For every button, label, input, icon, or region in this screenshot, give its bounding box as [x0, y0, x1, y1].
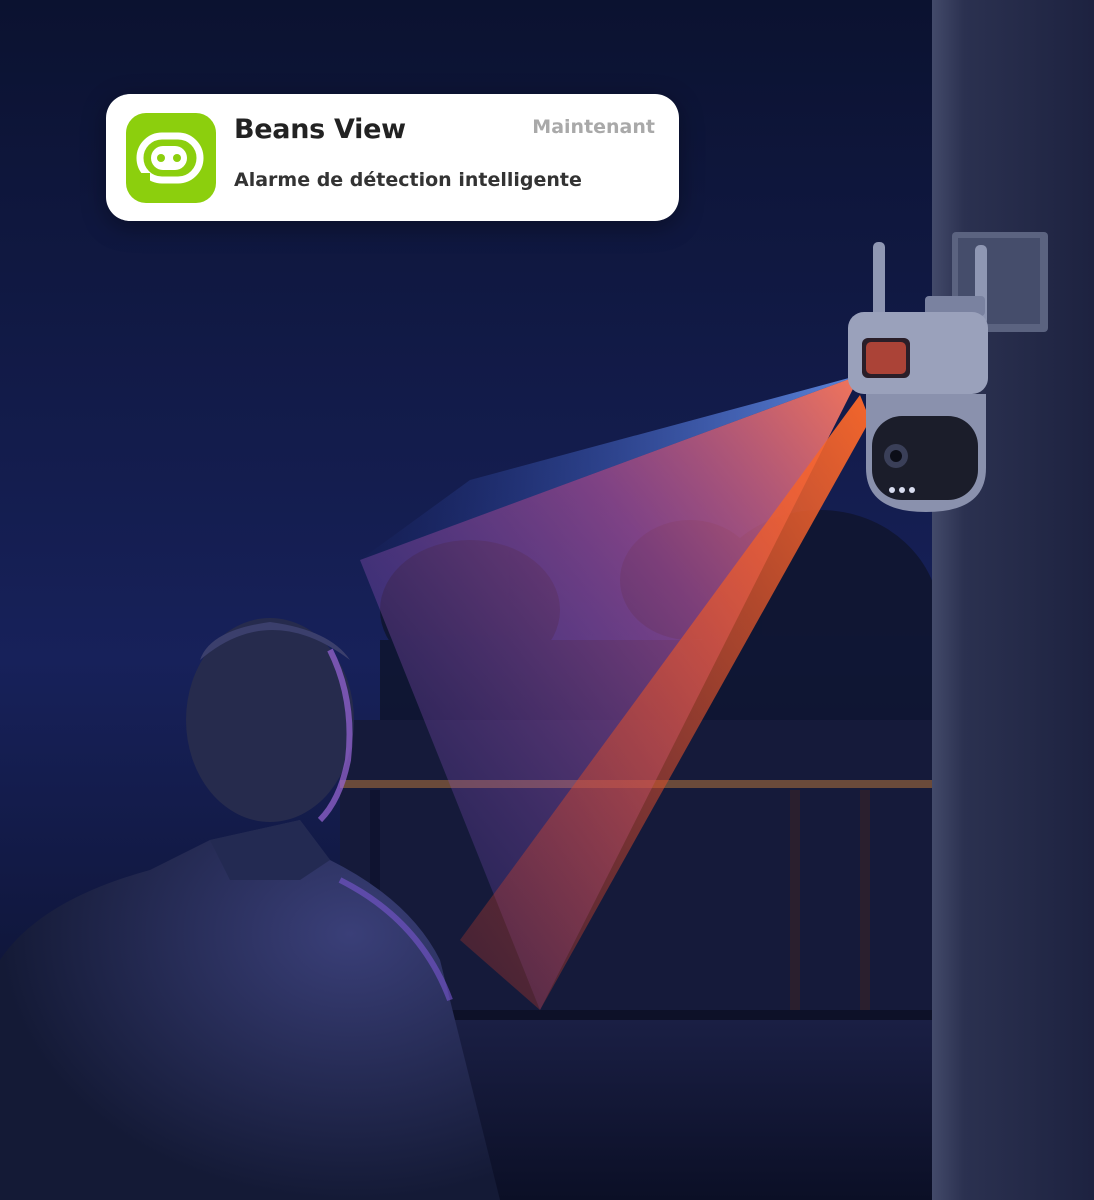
app-icon: [126, 113, 216, 203]
notification-message: Alarme de détection intelligente: [234, 169, 582, 191]
app-name: Beans View: [234, 114, 406, 145]
smiling-face-icon: [136, 132, 204, 184]
house-wall: [932, 0, 1094, 1200]
push-notification[interactable]: Beans View Maintenant Alarme de détectio…: [106, 94, 679, 221]
notification-time: Maintenant: [532, 116, 655, 138]
